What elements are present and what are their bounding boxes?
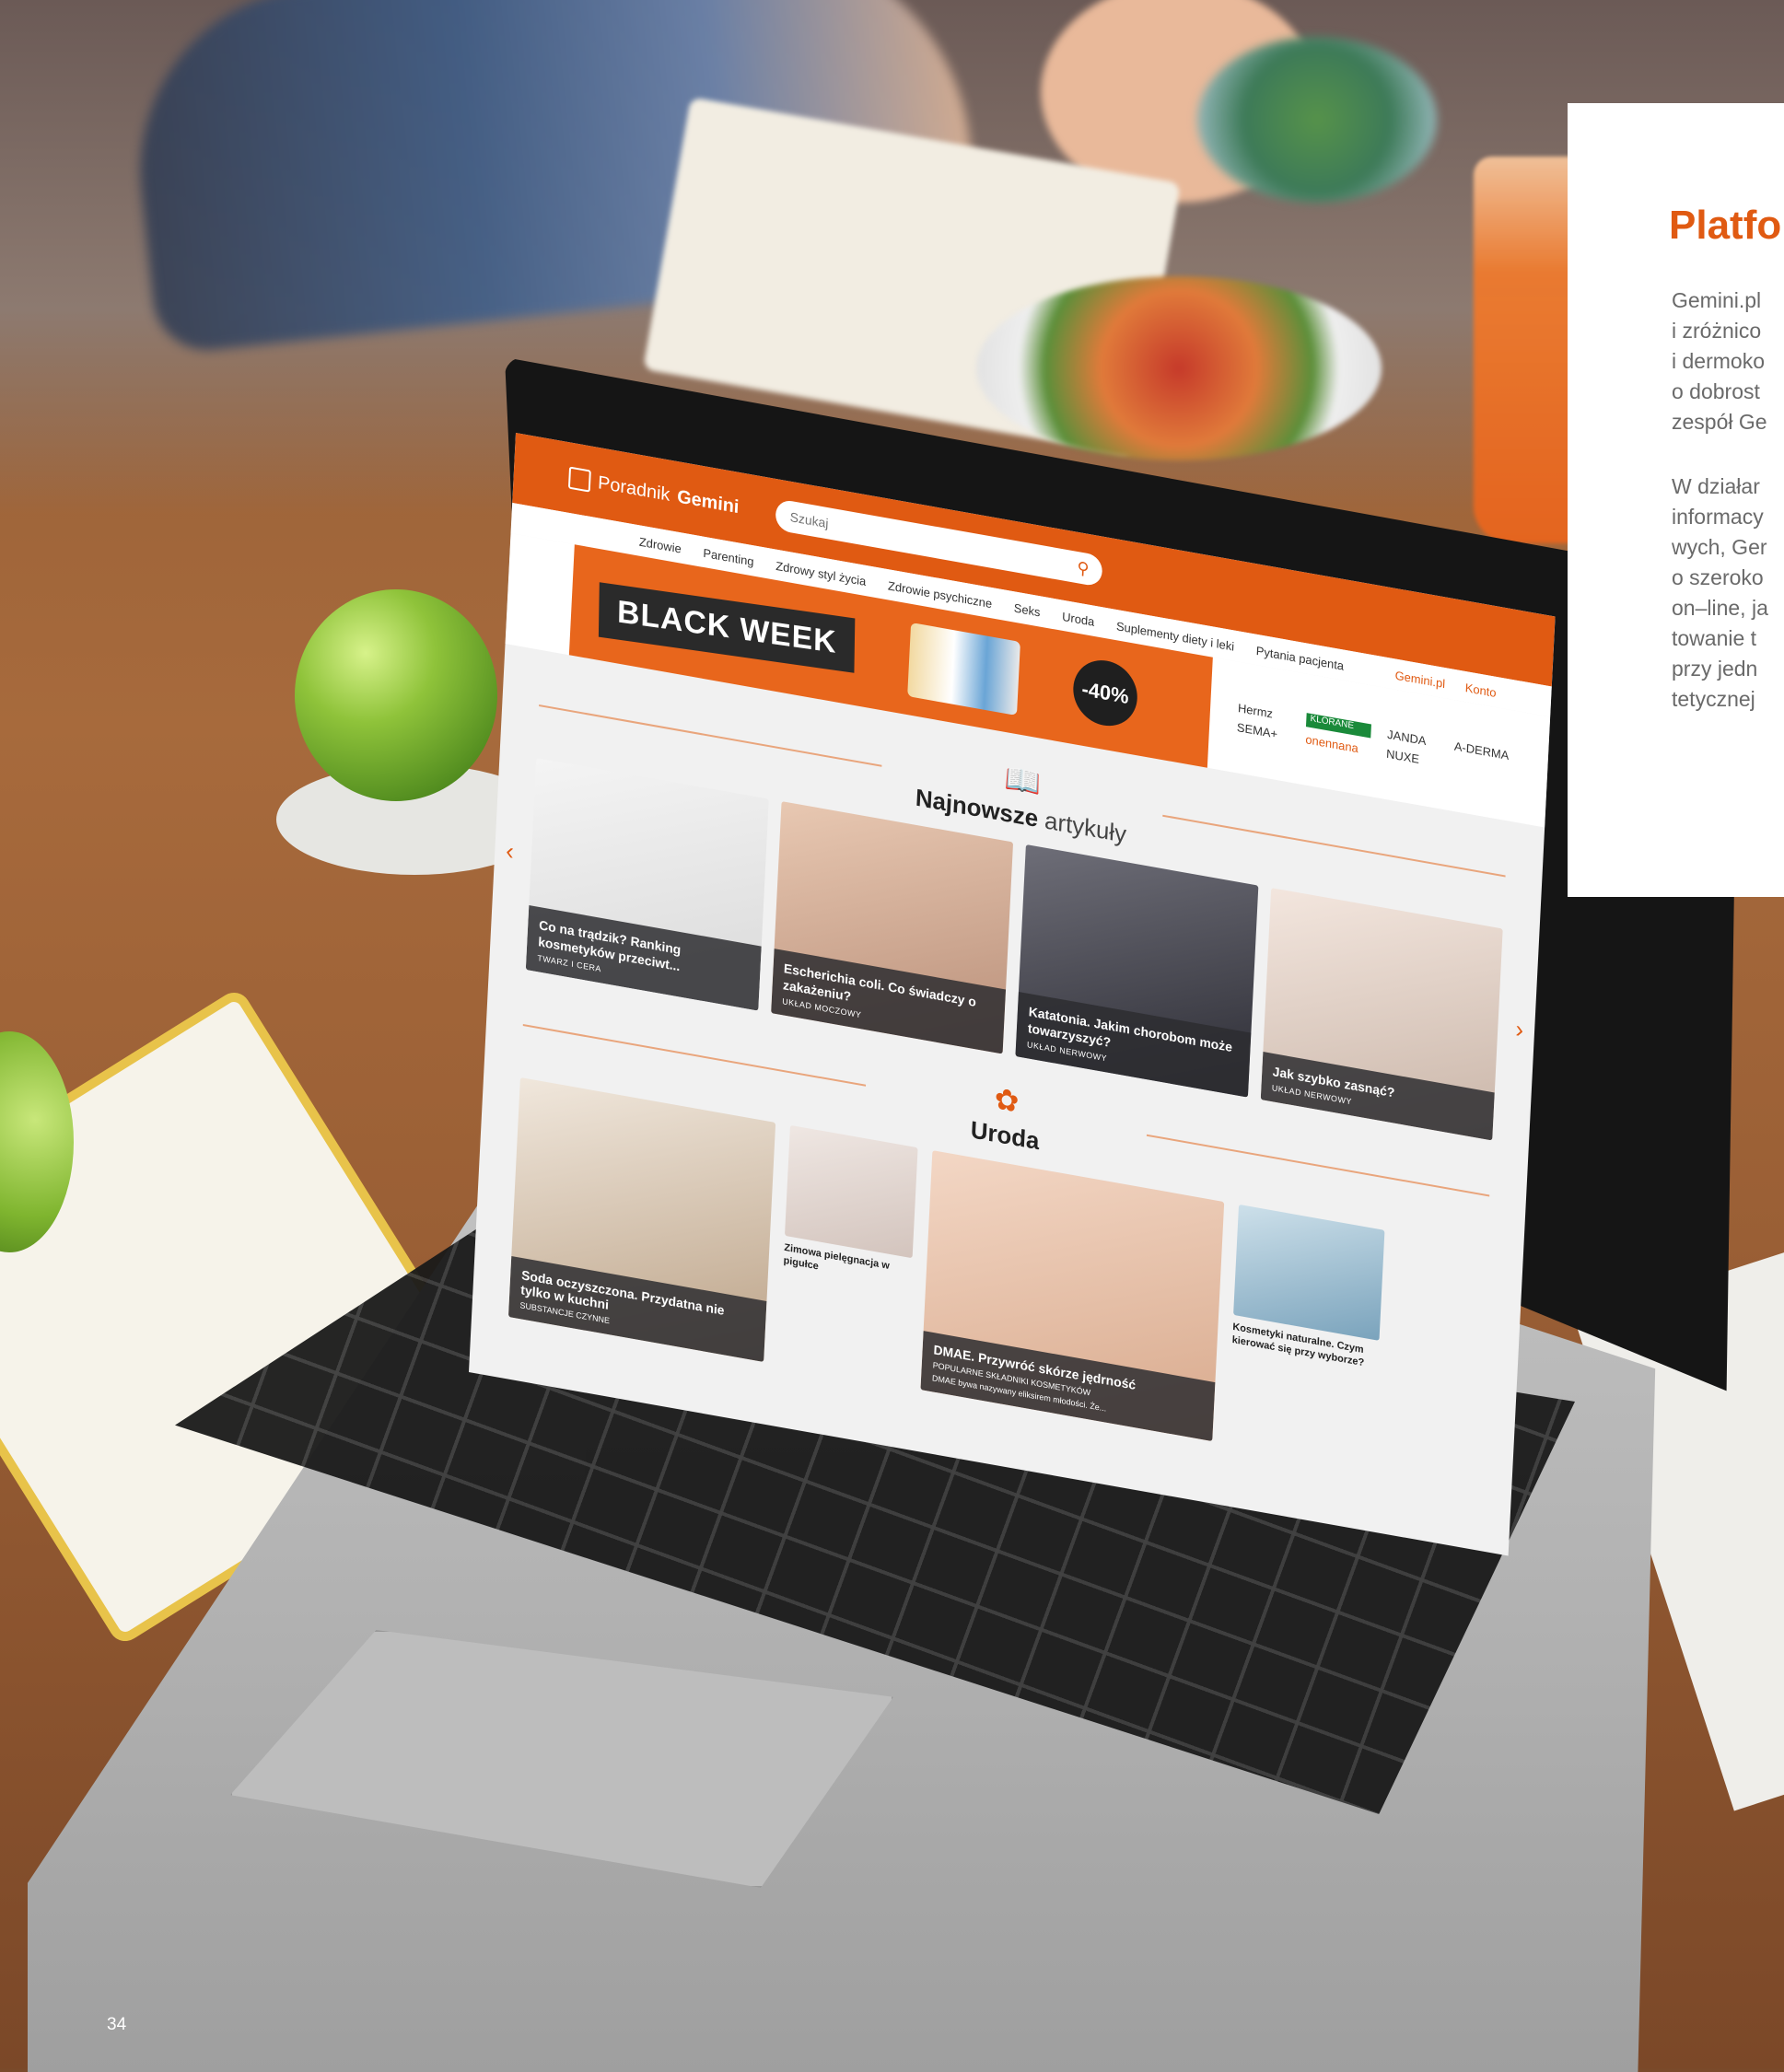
article-card[interactable]: Soda oczyszczona. Przydatna nie tylko w … — [507, 1077, 776, 1362]
panel-line: towanie t — [1672, 626, 1757, 650]
nav-uroda[interactable]: Uroda — [1062, 610, 1095, 629]
article-caption: Soda oczyszczona. Przydatna nie tylko w … — [507, 1256, 767, 1362]
brand-logo[interactable]: JANDA — [1387, 728, 1439, 751]
brand-logo[interactable]: Hermz — [1238, 701, 1290, 724]
logo-icon — [567, 466, 591, 493]
panel-line: Gemini.pl — [1672, 288, 1762, 312]
panel-line: wych, Ger — [1672, 535, 1767, 559]
nav-parenting[interactable]: Parenting — [703, 546, 754, 569]
page-number: 34 — [107, 2015, 127, 2034]
account-link[interactable]: Konto — [1465, 681, 1497, 700]
discount-badge: -40% — [1071, 655, 1139, 731]
chevron-left-icon[interactable]: ‹ — [506, 836, 515, 867]
banner-products — [907, 623, 1021, 716]
article-card[interactable]: Katatonia. Jakim chorobom może towarzysz… — [1015, 844, 1258, 1098]
logo-prefix: Poradnik — [597, 471, 670, 506]
article-card[interactable]: Zimowa pielęgnacja w pigułce — [778, 1124, 918, 1388]
panel-line: i zróżnico — [1672, 319, 1762, 343]
panel-line: informacy — [1672, 505, 1764, 529]
panel-line: W działar — [1672, 474, 1760, 498]
article-thumbnail — [784, 1124, 918, 1259]
brand-logo[interactable]: NUXE — [1386, 747, 1438, 770]
article-caption: DMAE. Przywróć skórze jędrność POPULARNE… — [920, 1331, 1216, 1442]
panel-line: zespół Ge — [1672, 410, 1767, 434]
panel-line: przy jedn — [1672, 657, 1758, 681]
article-card[interactable]: DMAE. Przywróć skórze jędrność POPULARNE… — [920, 1150, 1225, 1442]
article-card[interactable]: Jak szybko zasnąć? UKŁAD NERWOWY — [1260, 887, 1503, 1141]
brand-logo[interactable]: SEMA+ — [1237, 720, 1289, 743]
panel-line: tetycznej — [1672, 687, 1755, 711]
article-card[interactable]: Co na trądzik? Ranking kosmetyków przeci… — [525, 758, 769, 1011]
nav-seks[interactable]: Seks — [1013, 600, 1040, 619]
laptop-screen: PoradnikGemini ⚲ Zdrowie Parenting Zdrow… — [469, 433, 1556, 1556]
article-card[interactable]: Escherichia coli. Co świadczy o zakażeni… — [770, 800, 1014, 1054]
logo-brand: Gemini — [676, 485, 740, 518]
site-logo[interactable]: Poradnik Gemini — [567, 466, 740, 519]
panel-line: on–line, ja — [1672, 596, 1768, 620]
chevron-right-icon[interactable]: › — [1515, 1015, 1524, 1045]
panel-line: i dermoko — [1672, 349, 1765, 373]
panel-line: o szeroko — [1672, 565, 1764, 589]
article-card[interactable]: Kosmetyki naturalne. Czym kierować się p… — [1227, 1204, 1385, 1470]
brand-logo[interactable]: A-DERMA — [1454, 739, 1522, 765]
panel-title: Platfo — [1669, 203, 1782, 248]
panel-line: o dobrost — [1672, 379, 1760, 403]
info-panel: Platfo Gemini.pl i zróżnico i dermoko o … — [1568, 103, 1784, 897]
banner-label: BLACK WEEK — [598, 581, 856, 673]
nav-zdrowie[interactable]: Zdrowie — [639, 535, 682, 556]
gemini-link[interactable]: Gemini.pl — [1394, 669, 1445, 692]
laptop: PoradnikGemini ⚲ Zdrowie Parenting Zdrow… — [0, 0, 1784, 2072]
search-icon[interactable]: ⚲ — [1077, 558, 1090, 579]
